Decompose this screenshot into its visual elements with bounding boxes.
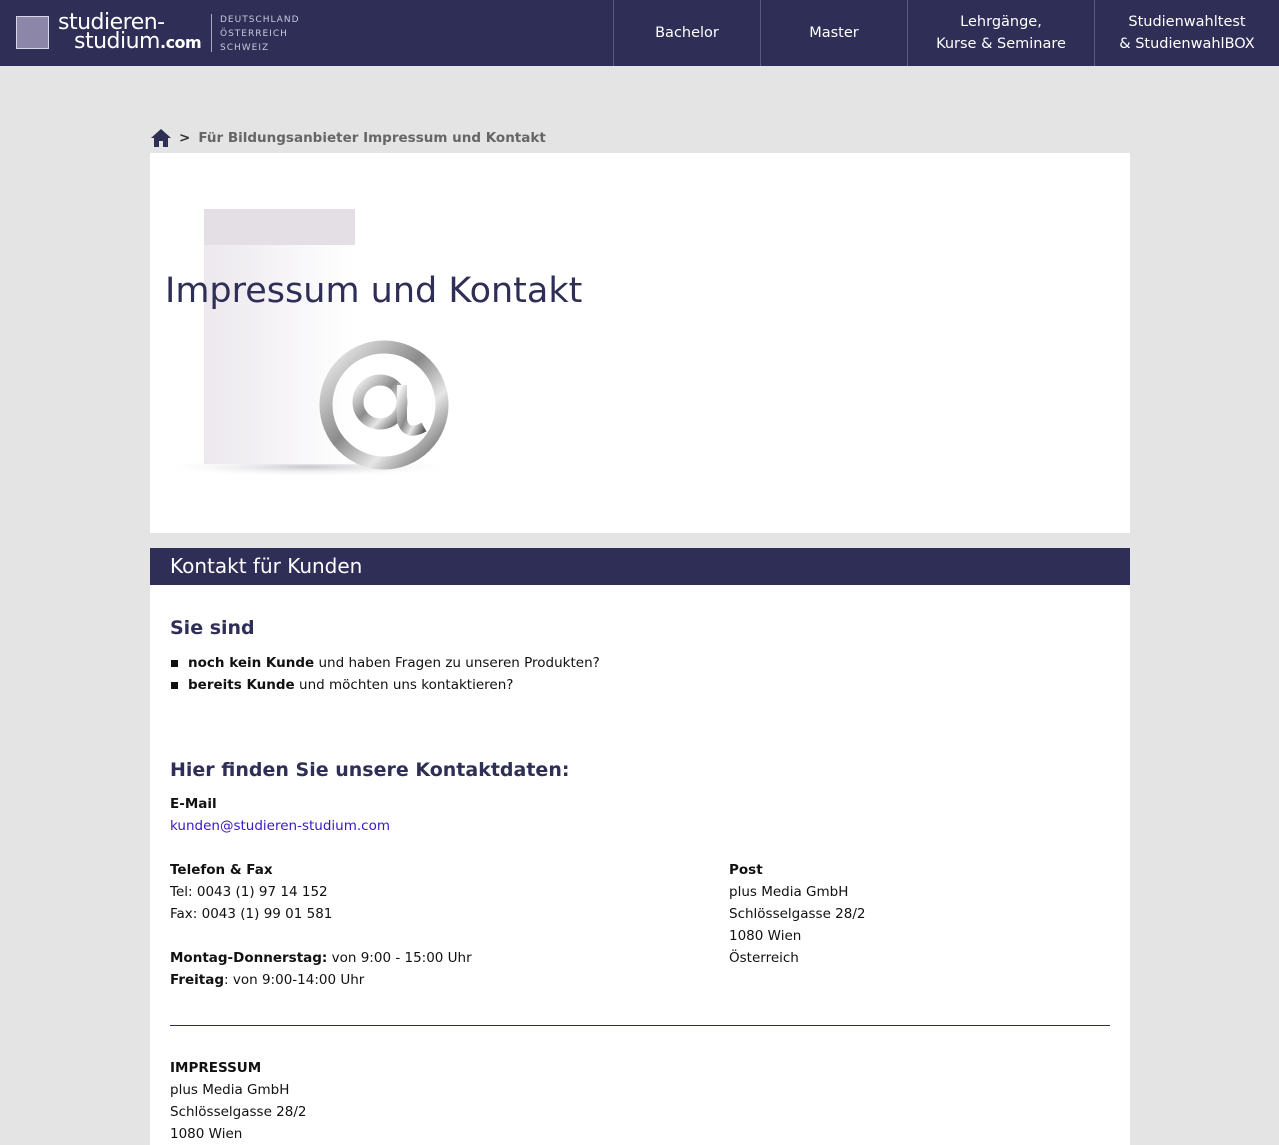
list-item-bold: bereits Kunde [188,677,295,693]
list-item: noch kein Kunde und haben Fragen zu unse… [170,652,600,674]
phone-block: Telefon & Fax Tel: 0043 (1) 97 14 152 Fa… [170,859,332,925]
list-item: bereits Kunde und möchten uns kontaktier… [170,674,600,696]
nav-item-label: Studienwahltest [1128,14,1246,30]
impressum-line: Schlösselgasse 28/2 [170,1104,307,1120]
logo-country: SCHWEIZ [220,43,270,53]
post-line: Österreich [729,950,799,966]
section-divider [170,1025,1110,1026]
logo-text-studium: studium [74,29,160,54]
email-link[interactable]: kunden@studieren-studium.com [170,815,390,837]
nav-item-master[interactable]: Master [760,0,907,66]
logo-countries: DEUTSCHLAND ÖSTERREICH SCHWEIZ [220,13,300,55]
nav-item-studienwahltest[interactable]: Studienwahltest & StudienwahlBOX [1094,0,1279,66]
email-block: E-Mail kunden@studieren-studium.com [170,793,390,837]
nav-item-label: Master [809,25,859,41]
site-logo[interactable]: studieren- studium.com DEUTSCHLAND ÖSTER… [16,11,306,55]
logo-country: DEUTSCHLAND [220,15,300,25]
fax-number: Fax: 0043 (1) 99 01 581 [170,906,333,922]
post-block: Post plus Media GmbH Schlösselgasse 28/2… [729,859,866,969]
opening-hours-block: Montag-Donnerstag: von 9:00 - 15:00 Uhr … [170,947,472,991]
breadcrumb-separator: > [179,130,191,146]
section-header-bar: Kontakt für Kunden [150,548,1130,585]
logo-text-line2: studium.com [74,29,202,55]
list-item-text: und haben Fragen zu unseren Produkten? [314,655,600,671]
section-heading-sie-sind: Sie sind [170,617,255,639]
phone-label: Telefon & Fax [170,862,273,878]
hours-friday: Freitag: von 9:00-14:00 Uhr [170,969,472,991]
post-line: 1080 Wien [729,928,802,944]
hours-friday-value: : von 9:00-14:00 Uhr [224,972,365,988]
list-item-text: und möchten uns kontaktieren? [294,677,514,693]
nav-item-label: Lehrgänge, [960,14,1042,30]
hours-weekdays-value: von 9:00 - 15:00 Uhr [327,950,472,966]
hours-weekdays-label: Montag-Donnerstag: [170,950,328,966]
impressum-label: IMPRESSUM [170,1060,262,1076]
hero-card: Impressum und Kontakt [150,153,1130,533]
page-title: Impressum und Kontakt [165,271,583,311]
logo-text-com: .com [159,33,202,52]
nav-item-bachelor[interactable]: Bachelor [613,0,760,66]
at-sign-icon [158,209,458,477]
list-item-bold: noch kein Kunde [188,655,315,671]
post-line: Schlösselgasse 28/2 [729,906,866,922]
hours-weekdays: Montag-Donnerstag: von 9:00 - 15:00 Uhr [170,947,472,969]
nav-item-label: Bachelor [655,25,719,41]
phone-number: Tel: 0043 (1) 97 14 152 [170,884,328,900]
breadcrumb-current: Für Bildungsanbieter Impressum und Konta… [198,130,546,146]
impressum-block: IMPRESSUM plus Media GmbH Schlösselgasse… [170,1057,307,1145]
logo-country: ÖSTERREICH [220,29,288,39]
logo-square-icon [16,16,49,49]
email-label: E-Mail [170,796,217,812]
impressum-line: plus Media GmbH [170,1082,290,1098]
post-label: Post [729,862,763,878]
nav-item-label: & StudienwahlBOX [1119,36,1255,52]
customer-type-list: noch kein Kunde und haben Fragen zu unse… [170,652,600,696]
top-navigation-bar: studieren- studium.com DEUTSCHLAND ÖSTER… [0,0,1279,66]
home-icon[interactable] [150,128,172,148]
logo-divider [211,14,212,52]
breadcrumb: > Für Bildungsanbieter Impressum und Kon… [150,127,546,149]
nav-item-lehrgaenge[interactable]: Lehrgänge, Kurse & Seminare [907,0,1094,66]
section-heading-kontaktdaten: Hier finden Sie unsere Kontaktdaten: [170,759,570,781]
impressum-line: 1080 Wien [170,1126,243,1142]
post-line: plus Media GmbH [729,884,849,900]
content-card: Sie sind noch kein Kunde und haben Frage… [150,585,1130,1145]
nav-item-label: Kurse & Seminare [936,36,1066,52]
hours-friday-label: Freitag [170,972,225,988]
